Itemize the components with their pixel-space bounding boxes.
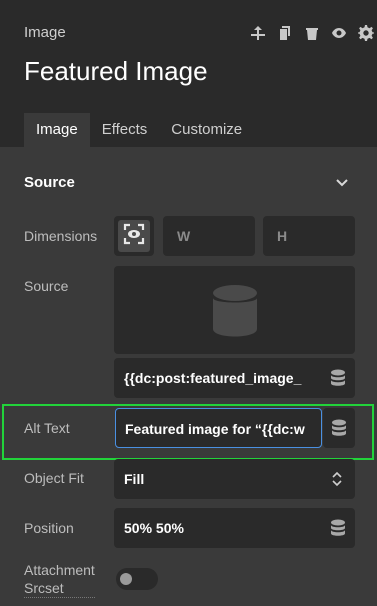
alt-text-label: Alt Text	[24, 420, 70, 436]
alt-text-input[interactable]: Featured image for “{{dc:w	[115, 408, 322, 448]
tab-image[interactable]: Image	[24, 113, 90, 147]
position-label: Position	[24, 520, 74, 536]
source-section-header[interactable]: Source	[0, 165, 377, 199]
image-dropzone[interactable]	[114, 266, 355, 354]
object-fit-value: Fill	[124, 471, 145, 487]
copy-icon[interactable]	[276, 24, 294, 42]
panel-header: Image Featured Image Image Effects Custo…	[0, 0, 377, 147]
height-field[interactable]: H	[263, 216, 355, 256]
tab-bar: Image Effects Customize	[24, 113, 254, 147]
dynamic-data-icon[interactable]	[323, 508, 353, 548]
chevron-down-icon[interactable]	[335, 175, 349, 189]
visibility-icon[interactable]	[330, 24, 348, 42]
alt-text-dynamic-button[interactable]	[323, 408, 355, 448]
attachment-srcset-label: Attachment Srcset	[24, 561, 95, 598]
settings-icon[interactable]	[357, 24, 375, 42]
width-placeholder: W	[177, 228, 191, 244]
toggle-knob	[120, 573, 132, 585]
source-label: Source	[24, 278, 69, 294]
source-dynamic-field[interactable]: {{dc:post:featured_image_	[114, 358, 355, 398]
dynamic-data-icon	[324, 408, 354, 448]
move-up-icon[interactable]	[249, 24, 267, 42]
object-fit-select[interactable]: Fill	[114, 459, 355, 499]
database-icon	[212, 284, 258, 343]
attachment-srcset-label-line1: Attachment	[24, 562, 95, 578]
breadcrumb: Image	[24, 24, 66, 41]
section-title: Source	[24, 174, 75, 191]
width-field[interactable]: W	[163, 216, 255, 256]
delete-icon[interactable]	[303, 24, 321, 42]
position-value: 50% 50%	[124, 520, 184, 536]
position-field[interactable]: 50% 50%	[114, 508, 355, 548]
dimensions-label: Dimensions	[24, 228, 98, 244]
alt-text-value: Featured image for “{{dc:w	[125, 421, 305, 437]
focus-frame-icon	[123, 223, 145, 250]
select-arrows-icon	[331, 471, 343, 492]
page-title: Featured Image	[24, 56, 208, 86]
attachment-srcset-label-line2: Srcset	[24, 580, 64, 596]
dimensions-mode-button[interactable]	[114, 216, 154, 256]
header-actions	[249, 24, 375, 42]
source-value: {{dc:post:featured_image_	[124, 370, 302, 386]
dynamic-data-icon[interactable]	[323, 358, 353, 398]
attachment-srcset-toggle[interactable]	[116, 568, 158, 590]
tab-effects[interactable]: Effects	[90, 113, 160, 147]
height-placeholder: H	[277, 228, 288, 244]
object-fit-label: Object Fit	[24, 470, 84, 486]
tab-customize[interactable]: Customize	[159, 113, 254, 147]
